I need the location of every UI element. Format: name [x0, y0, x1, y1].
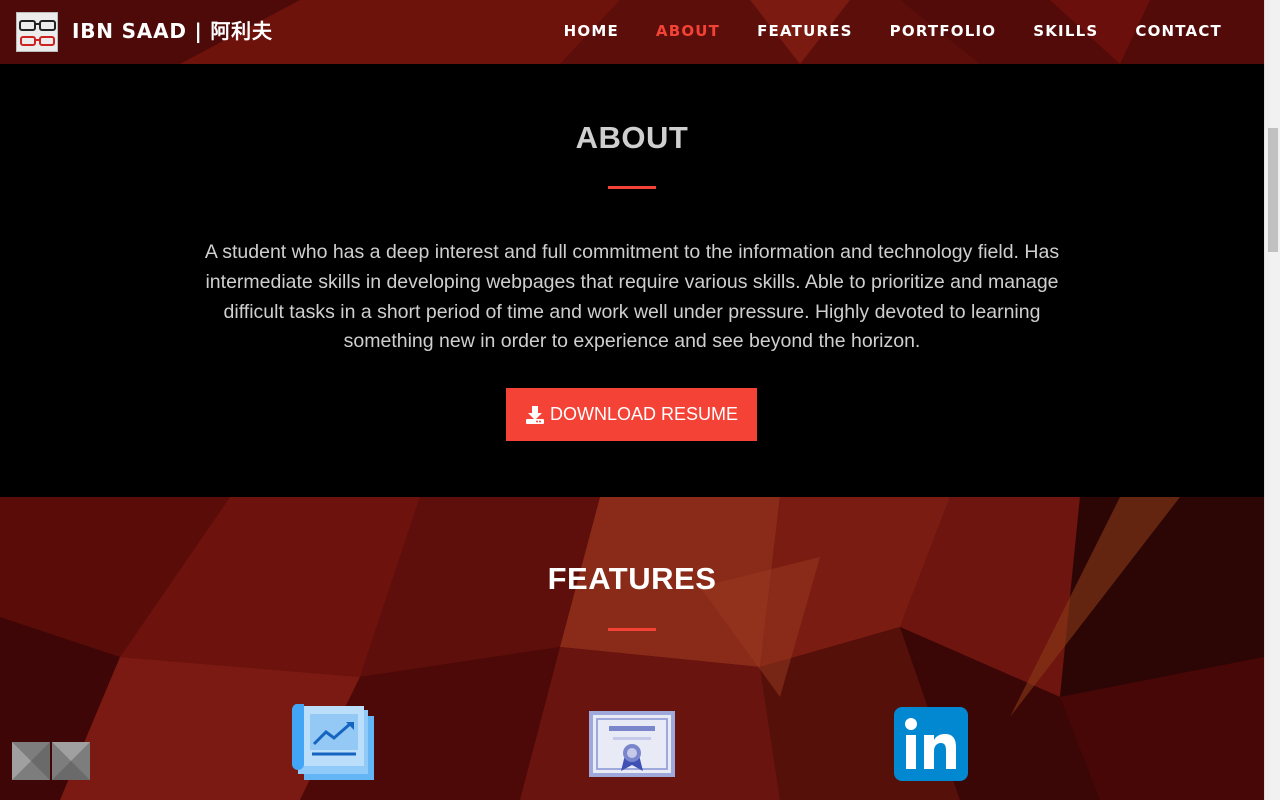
- about-title: ABOUT: [575, 120, 689, 155]
- about-title-divider: [608, 186, 656, 189]
- nav-skills[interactable]: SKILLS: [1033, 22, 1098, 40]
- brand-name: IBN SAAD | 阿利夫: [72, 18, 273, 43]
- glasses-logo: [16, 12, 58, 52]
- features-section: FEATURES: [0, 497, 1264, 800]
- nav-menu: HOME ABOUT FEATURES PORTFOLIO SKILLS CON…: [527, 22, 1222, 40]
- about-section: ABOUT A student who has a deep interest …: [0, 64, 1264, 497]
- navbar: IBN SAAD | 阿利夫 HOME ABOUT FEATURES PORTF…: [0, 0, 1264, 64]
- download-icon: [525, 405, 544, 424]
- nav-contact[interactable]: CONTACT: [1135, 22, 1222, 40]
- brand[interactable]: IBN SAAD | 阿利夫: [16, 12, 273, 52]
- widget-tile-right[interactable]: [52, 742, 90, 780]
- widget-tile-left[interactable]: [12, 742, 50, 780]
- nav-portfolio[interactable]: PORTFOLIO: [890, 22, 997, 40]
- about-description: A student who has a deep interest and fu…: [204, 241, 1060, 353]
- features-title-divider: [608, 628, 656, 631]
- floating-widget[interactable]: [12, 742, 92, 780]
- page-scrollbar[interactable]: [1264, 0, 1280, 800]
- scrollbar-thumb[interactable]: [1268, 128, 1278, 252]
- download-resume-button[interactable]: DOWNLOAD RESUME: [506, 388, 757, 441]
- nav-home[interactable]: HOME: [564, 22, 619, 40]
- features-title: FEATURES: [547, 561, 717, 596]
- download-resume-label: DOWNLOAD RESUME: [549, 404, 738, 424]
- nav-about[interactable]: ABOUT: [656, 22, 720, 40]
- chart-document-icon: [290, 704, 374, 785]
- nav-features[interactable]: FEATURES: [757, 22, 853, 40]
- certificate-icon: [589, 711, 675, 782]
- linkedin-icon[interactable]: [894, 707, 968, 786]
